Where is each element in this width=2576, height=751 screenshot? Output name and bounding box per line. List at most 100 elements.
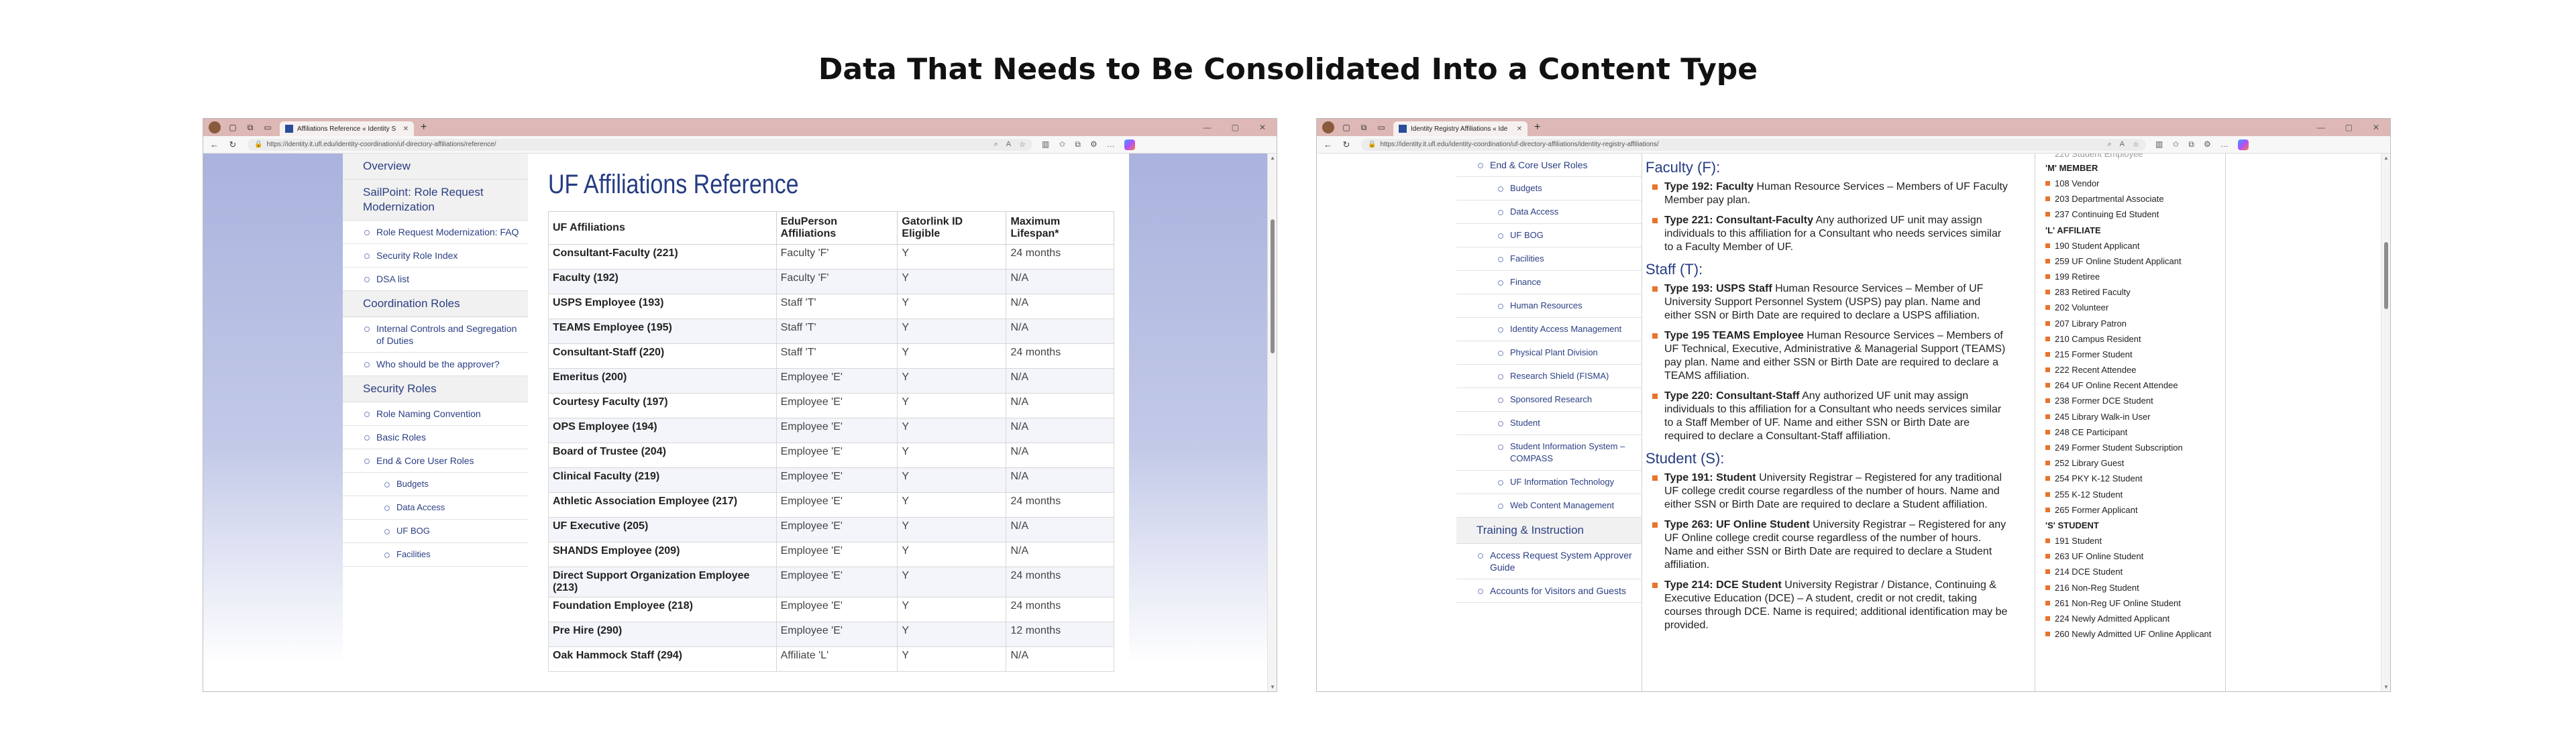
table-cell: Emeritus (200) bbox=[548, 368, 777, 394]
sidebar-item[interactable]: Web Content Management bbox=[1456, 494, 1642, 518]
sidebar-item[interactable]: Data Access bbox=[1456, 200, 1642, 224]
close-tab-icon[interactable]: ✕ bbox=[403, 125, 409, 133]
extensions-icon[interactable]: ⚙ bbox=[2204, 139, 2211, 150]
sidebar-item[interactable]: Security Role Index bbox=[343, 244, 528, 268]
sidebar-item[interactable]: Facilities bbox=[343, 543, 528, 567]
sidebar-item[interactable]: Basic Roles bbox=[343, 426, 528, 449]
affiliation-type: Type 221: Consultant-Faculty bbox=[1664, 215, 1813, 226]
close-window-icon[interactable]: ✕ bbox=[2373, 123, 2379, 132]
table-cell: Staff 'T' bbox=[775, 319, 898, 344]
sidebar-item[interactable]: Identity Access Management bbox=[1456, 318, 1642, 341]
tab-actions-icon[interactable]: ⧉ bbox=[1358, 122, 1369, 133]
collections-icon[interactable]: ⧉ bbox=[1075, 139, 1081, 150]
profile-avatar-icon[interactable] bbox=[209, 121, 221, 133]
sidebar-item[interactable]: Student Information System – COMPASS bbox=[1456, 435, 1642, 471]
favorite-star-icon[interactable]: ☆ bbox=[2133, 140, 2139, 149]
tab-active[interactable]: Identity Registry Affiliations « Ide ✕ bbox=[1393, 121, 1527, 136]
copilot-icon[interactable] bbox=[1124, 139, 1135, 150]
favorites-icon[interactable]: ✩ bbox=[1059, 139, 1065, 150]
sidebar-item[interactable]: Research Shield (FISMA) bbox=[1456, 365, 1642, 388]
collections-icon[interactable]: ⧉ bbox=[2188, 139, 2194, 150]
close-window-icon[interactable]: ✕ bbox=[1259, 123, 1266, 132]
sidebar-item[interactable]: Budgets bbox=[343, 473, 528, 496]
zoom-icon[interactable]: ⌕ bbox=[994, 140, 998, 149]
scrollbar-thumb[interactable] bbox=[2384, 242, 2388, 309]
table-row: UF Executive (205) Employee 'E' Y N/A bbox=[548, 517, 1114, 542]
sidebar-item[interactable]: DSA list bbox=[343, 268, 528, 291]
list-item: 202 Volunteer bbox=[2043, 302, 2224, 313]
sidebar-item[interactable]: Access Request System Approver Guide bbox=[1456, 544, 1642, 579]
maximize-icon[interactable]: ▢ bbox=[2345, 123, 2353, 132]
maximize-icon[interactable]: ▢ bbox=[1232, 123, 1239, 132]
split-screen-icon[interactable]: ▥ bbox=[1042, 139, 1049, 150]
table-cell: 24 months bbox=[1006, 343, 1114, 369]
back-icon[interactable]: ← bbox=[1324, 139, 1332, 150]
sidebar-item[interactable]: Physical Plant Division bbox=[1456, 341, 1642, 365]
split-screen-icon[interactable]: ▥ bbox=[2155, 139, 2163, 150]
scrollbar-left[interactable]: ▲ ▼ bbox=[1267, 154, 1277, 691]
minimize-icon[interactable]: — bbox=[1203, 123, 1212, 132]
sidebar-item[interactable]: UF BOG bbox=[1456, 224, 1642, 247]
sidebar-item[interactable]: UF BOG bbox=[343, 520, 528, 543]
new-tab-icon[interactable]: + bbox=[421, 121, 427, 133]
list-item: 191 Student bbox=[2043, 536, 2224, 546]
table-cell: N/A bbox=[1006, 646, 1114, 672]
copilot-icon[interactable] bbox=[2237, 139, 2249, 150]
sidebar-item[interactable]: Role Request Modernization: FAQ bbox=[343, 221, 528, 244]
section-heading: Staff (T): bbox=[1646, 261, 1703, 278]
list-item: 265 Former Applicant bbox=[2043, 505, 2224, 516]
table-cell: 24 months bbox=[1006, 567, 1114, 597]
workspaces-icon[interactable]: ▢ bbox=[1341, 122, 1352, 133]
minimize-icon[interactable]: — bbox=[2317, 123, 2325, 132]
slide-title: Data That Needs to Be Consolidated Into … bbox=[818, 52, 1758, 86]
vertical-tabs-icon[interactable]: ▭ bbox=[262, 122, 273, 133]
sidebar-item[interactable]: Finance bbox=[1456, 271, 1642, 294]
more-icon[interactable]: … bbox=[1107, 139, 1115, 150]
sidebar-item[interactable]: Internal Controls and Segregation of Dut… bbox=[343, 317, 528, 353]
workspaces-icon[interactable]: ▢ bbox=[227, 122, 238, 133]
more-icon[interactable]: … bbox=[2220, 139, 2229, 150]
scrollbar-right[interactable]: ▲ ▼ bbox=[2381, 154, 2390, 691]
list-item: Type 191: Student University Registrar –… bbox=[1646, 471, 2008, 512]
sidebar-item[interactable]: Human Resources bbox=[1456, 294, 1642, 318]
read-aloud-icon[interactable]: A bbox=[1006, 140, 1011, 149]
back-icon[interactable]: ← bbox=[210, 139, 219, 150]
sidebar-item[interactable]: Training & Instruction bbox=[1456, 518, 1642, 544]
extensions-icon[interactable]: ⚙ bbox=[1090, 139, 1097, 150]
sidebar-item[interactable]: Coordination Roles bbox=[343, 291, 528, 317]
favorite-star-icon[interactable]: ☆ bbox=[1019, 140, 1026, 149]
table-cell: Staff 'T' bbox=[775, 343, 898, 369]
sidebar-item[interactable]: Data Access bbox=[343, 496, 528, 520]
tab-actions-icon[interactable]: ⧉ bbox=[245, 122, 256, 133]
vertical-tabs-icon[interactable]: ▭ bbox=[1376, 122, 1387, 133]
sidebar-item[interactable]: Who should be the approver? bbox=[343, 353, 528, 376]
sidebar-item[interactable]: End & Core User Roles bbox=[343, 449, 528, 473]
close-tab-icon[interactable]: ✕ bbox=[1517, 125, 1522, 133]
new-tab-icon[interactable]: + bbox=[1534, 121, 1540, 133]
sidebar-item[interactable]: SailPoint: Role Request Modernization bbox=[343, 180, 528, 221]
sidebar-item[interactable]: End & Core User Roles bbox=[1456, 154, 1642, 177]
url-field[interactable]: 🔒 https://identity.it.ufl.edu/identity-c… bbox=[1361, 138, 2146, 151]
zoom-icon[interactable]: ⌕ bbox=[2108, 140, 2112, 149]
sidebar-item[interactable]: Accounts for Visitors and Guests bbox=[1456, 579, 1642, 603]
sidebar-item[interactable]: Role Naming Convention bbox=[343, 402, 528, 426]
favorites-icon[interactable]: ✩ bbox=[2172, 139, 2179, 150]
read-aloud-icon[interactable]: A bbox=[2120, 140, 2125, 149]
table-cell: Y bbox=[897, 294, 1007, 319]
sidebar-item[interactable]: Overview bbox=[343, 154, 528, 180]
sidebar-item[interactable]: Security Roles bbox=[343, 376, 528, 402]
table-cell: Employee 'E' bbox=[775, 567, 898, 597]
sidebar-item[interactable]: Budgets bbox=[1456, 177, 1642, 200]
table-row: Direct Support Organization Employee (21… bbox=[548, 567, 1114, 597]
url-field[interactable]: 🔒 https://identity.it.ufl.edu/identity-c… bbox=[248, 138, 1032, 151]
profile-avatar-icon[interactable] bbox=[1322, 121, 1334, 133]
table-row: Clinical Faculty (219) Employee 'E' Y N/A bbox=[548, 467, 1114, 493]
refresh-icon[interactable]: ↻ bbox=[1342, 139, 1350, 150]
refresh-icon[interactable]: ↻ bbox=[229, 139, 237, 150]
sidebar-item[interactable]: Facilities bbox=[1456, 247, 1642, 271]
tab-active[interactable]: Affiliations Reference « Identity S ✕ bbox=[280, 121, 414, 136]
scrollbar-thumb[interactable] bbox=[1271, 219, 1275, 353]
sidebar-item[interactable]: Sponsored Research bbox=[1456, 388, 1642, 412]
sidebar-item[interactable]: Student bbox=[1456, 412, 1642, 435]
sidebar-item[interactable]: UF Information Technology bbox=[1456, 471, 1642, 494]
